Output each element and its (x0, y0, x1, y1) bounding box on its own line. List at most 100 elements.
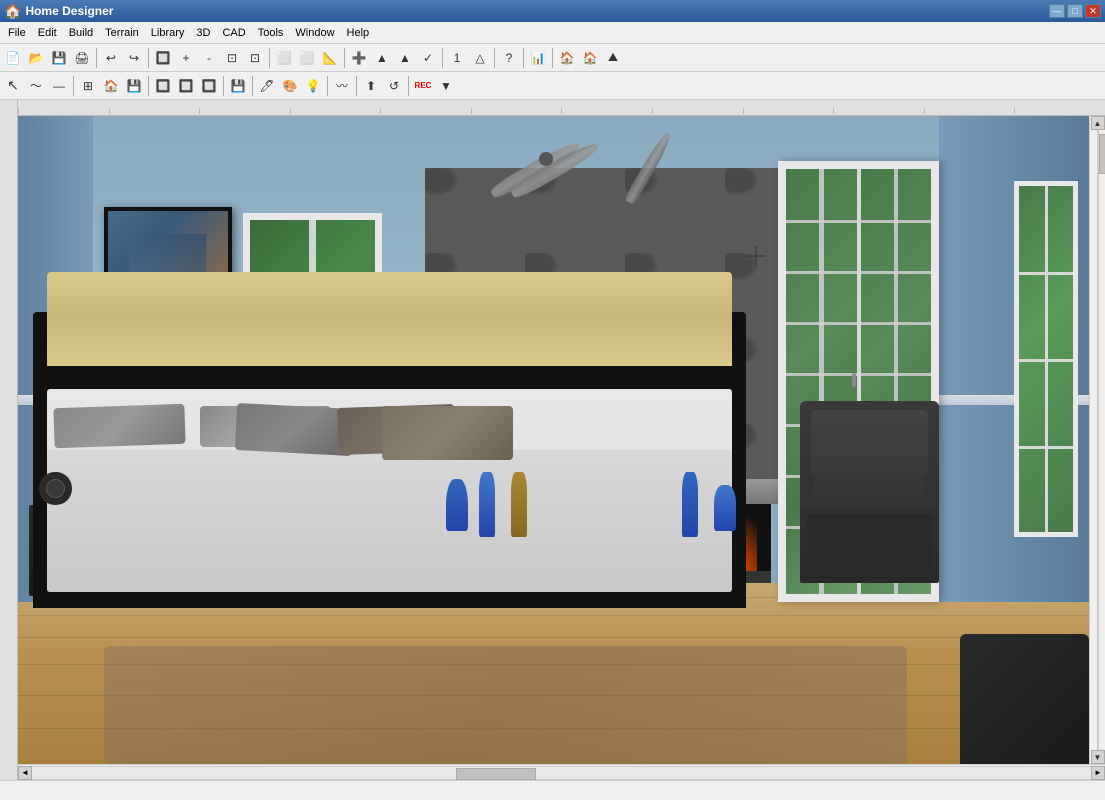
tb-check[interactable]: ✓ (417, 47, 439, 69)
duvet (47, 450, 732, 592)
tb-zoom-fit[interactable]: 🔲 (152, 47, 174, 69)
menu-library[interactable]: Library (145, 22, 191, 43)
horizontal-scrollbar: ◄ ► (18, 764, 1105, 780)
tb-terrain[interactable]: ⛰ (602, 47, 624, 69)
menu-help[interactable]: Help (341, 22, 376, 43)
sep5 (442, 48, 443, 68)
tb2-polyline[interactable]: 〜 (25, 75, 47, 97)
tb-elevation[interactable]: ⬜ (296, 47, 318, 69)
tb2-rec[interactable]: REC (412, 75, 434, 97)
vase-right (714, 485, 735, 530)
tb2-dropdown[interactable]: ▼ (435, 75, 457, 97)
pillow-1 (54, 404, 186, 449)
minimize-button[interactable]: — (1049, 4, 1065, 18)
sep10 (148, 76, 149, 96)
sep13 (327, 76, 328, 96)
vase-center-left (479, 472, 495, 537)
hscroll-track[interactable] (32, 766, 1091, 780)
menu-tools[interactable]: Tools (252, 22, 290, 43)
alarm-clock (39, 472, 71, 504)
tb-save[interactable]: 💾 (48, 47, 70, 69)
tb-print[interactable]: 🖨 (71, 47, 93, 69)
tb-undo[interactable]: ↩ (100, 47, 122, 69)
3d-viewport[interactable] (18, 116, 1089, 764)
hscroll-right[interactable]: ► (1091, 766, 1105, 780)
menu-terrain[interactable]: Terrain (99, 22, 145, 43)
menu-bar: File Edit Build Terrain Library 3D CAD T… (0, 22, 1105, 44)
tb2-wave[interactable]: 〰 (331, 75, 353, 97)
menu-window[interactable]: Window (289, 22, 340, 43)
tb-add[interactable]: ➕ (348, 47, 370, 69)
tb2-box3[interactable]: 🔲 (198, 75, 220, 97)
pillow-3 (235, 403, 354, 456)
top-ruler (18, 100, 1105, 116)
menu-cad[interactable]: CAD (216, 22, 251, 43)
tb-up[interactable]: ▲ (371, 47, 393, 69)
hscroll-left[interactable]: ◄ (18, 766, 32, 780)
tb2-box1[interactable]: 🔲 (152, 75, 174, 97)
tb-chart[interactable]: 📊 (527, 47, 549, 69)
sep2 (148, 48, 149, 68)
tb-triangle[interactable]: △ (469, 47, 491, 69)
tb2-save2[interactable]: 💾 (123, 75, 145, 97)
area-rug (104, 646, 907, 764)
tb-1[interactable]: 1 (446, 47, 468, 69)
tb-section[interactable]: 📐 (319, 47, 341, 69)
tb2-arrow[interactable]: ⬆ (360, 75, 382, 97)
tb2-bulb[interactable]: 💡 (302, 75, 324, 97)
tb2-paint[interactable]: 🎨 (279, 75, 301, 97)
vase-right-tall (682, 472, 698, 537)
tb-plan[interactable]: ⬜ (273, 47, 295, 69)
tb2-walls[interactable]: ⊞ (77, 75, 99, 97)
tb-new[interactable]: 📄 (2, 47, 24, 69)
tb2-save3[interactable]: 💾 (227, 75, 249, 97)
tb2-box2[interactable]: 🔲 (175, 75, 197, 97)
tb2-select[interactable]: ↖ (2, 75, 24, 97)
tb-help[interactable]: ? (498, 47, 520, 69)
sep8 (552, 48, 553, 68)
tb2-pen[interactable]: 🖊 (256, 75, 278, 97)
app-icon: 🏠 (4, 3, 21, 20)
right-scrollbar: ▲ ▼ (1089, 116, 1105, 764)
sep11 (223, 76, 224, 96)
menu-build[interactable]: Build (63, 22, 99, 43)
tb-select-all[interactable]: ⊡ (244, 47, 266, 69)
sep9 (73, 76, 74, 96)
tb2-rotate[interactable]: ↺ (383, 75, 405, 97)
tb-open[interactable]: 📂 (25, 47, 47, 69)
tb2-line[interactable]: — (48, 75, 70, 97)
close-button[interactable]: ✕ (1085, 4, 1101, 18)
scroll-thumb[interactable] (1099, 134, 1105, 174)
tb-house1[interactable]: 🏠 (556, 47, 578, 69)
sep14 (356, 76, 357, 96)
menu-edit[interactable]: Edit (32, 22, 63, 43)
scroll-down-arrow[interactable]: ▼ (1091, 750, 1105, 764)
tb-redo[interactable]: ↪ (123, 47, 145, 69)
tb2-house[interactable]: 🏠 (100, 75, 122, 97)
tb-zoom-out[interactable]: - (198, 47, 220, 69)
menu-file[interactable]: File (2, 22, 32, 43)
tb-zoom-ext[interactable]: ⊡ (221, 47, 243, 69)
toolbar2: ↖ 〜 — ⊞ 🏠 💾 🔲 🔲 🔲 💾 🖊 🎨 💡 〰 ⬆ ↺ REC ▼ (0, 72, 1105, 100)
title-controls: — □ ✕ (1049, 4, 1101, 18)
armchair (800, 401, 939, 582)
room-scene (18, 116, 1089, 764)
cursor-crosshair (746, 246, 766, 266)
vase-center-right (511, 472, 527, 537)
sep4 (344, 48, 345, 68)
sep3 (269, 48, 270, 68)
title-bar: 🏠 Home Designer — □ ✕ (0, 0, 1105, 22)
tb-view[interactable]: ▲ (394, 47, 416, 69)
tb-zoom-in[interactable]: + (175, 47, 197, 69)
scroll-up-arrow[interactable]: ▲ (1091, 116, 1105, 130)
tb-house2[interactable]: 🏠 (579, 47, 601, 69)
maximize-button[interactable]: □ (1067, 4, 1083, 18)
hscroll-thumb[interactable] (456, 768, 536, 780)
scroll-track[interactable] (1097, 130, 1099, 750)
vase-left (446, 479, 467, 531)
menu-3d[interactable]: 3D (190, 22, 216, 43)
sep15 (408, 76, 409, 96)
window-title: Home Designer (25, 4, 113, 18)
bed (18, 272, 746, 609)
sep1 (96, 48, 97, 68)
